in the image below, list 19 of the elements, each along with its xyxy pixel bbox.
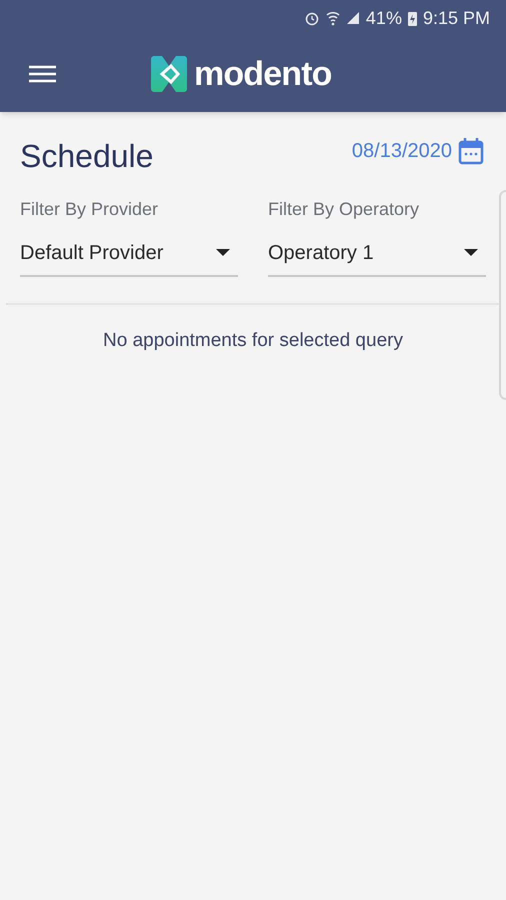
filter-label: Filter By Provider	[20, 198, 160, 221]
battery-percent: 41%	[366, 6, 402, 30]
alarm-icon	[304, 10, 320, 26]
page-title: Schedule	[20, 137, 154, 176]
filter-dropdown[interactable]: Operatory 1	[268, 237, 486, 277]
logo-icon	[150, 54, 188, 94]
empty-message: No appointments for selected query	[102, 329, 404, 353]
dropdown-caret-icon	[216, 249, 230, 257]
dropdown-caret-icon	[464, 249, 478, 257]
filter-label: Filter By Operatory	[268, 198, 420, 221]
status-time: 9:15 PM	[422, 6, 490, 30]
signal-icon	[346, 11, 360, 25]
logo-text: modento	[194, 57, 332, 91]
date-picker[interactable]: 08/13/2020	[352, 136, 484, 166]
calendar-icon	[458, 137, 484, 165]
filter-dropdown[interactable]: Default Provider	[20, 237, 238, 277]
battery-icon	[408, 10, 417, 26]
menu-icon	[28, 65, 56, 83]
wifi-icon	[326, 10, 340, 26]
